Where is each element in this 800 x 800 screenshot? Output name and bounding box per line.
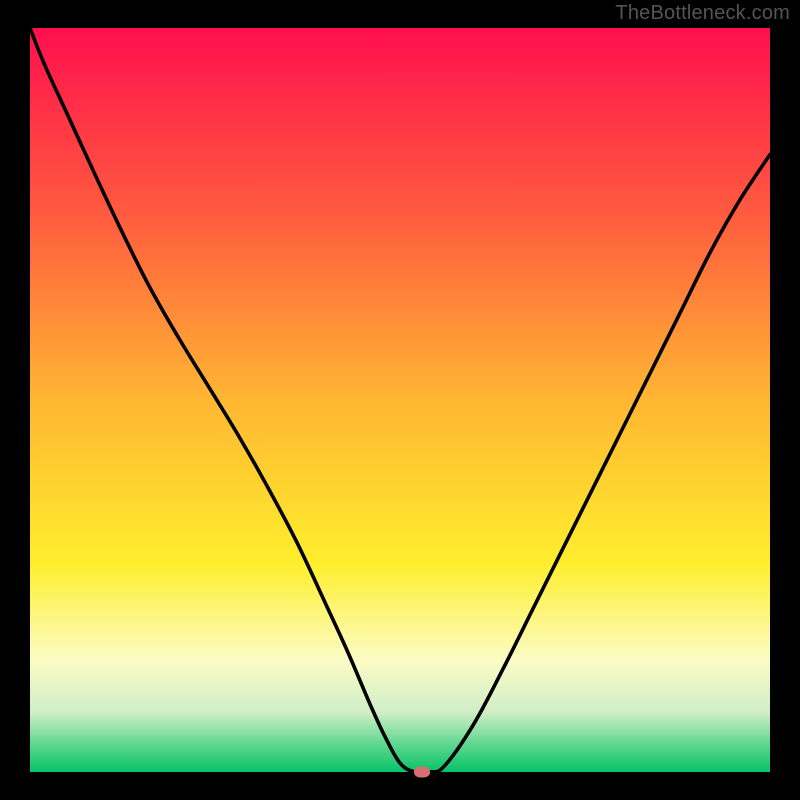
plot-area xyxy=(30,28,770,772)
plot-svg xyxy=(30,28,770,772)
gradient-background xyxy=(30,28,770,772)
optimal-point-marker xyxy=(414,767,430,778)
watermark-text: TheBottleneck.com xyxy=(615,2,790,25)
bottleneck-chart: TheBottleneck.com xyxy=(0,0,800,800)
